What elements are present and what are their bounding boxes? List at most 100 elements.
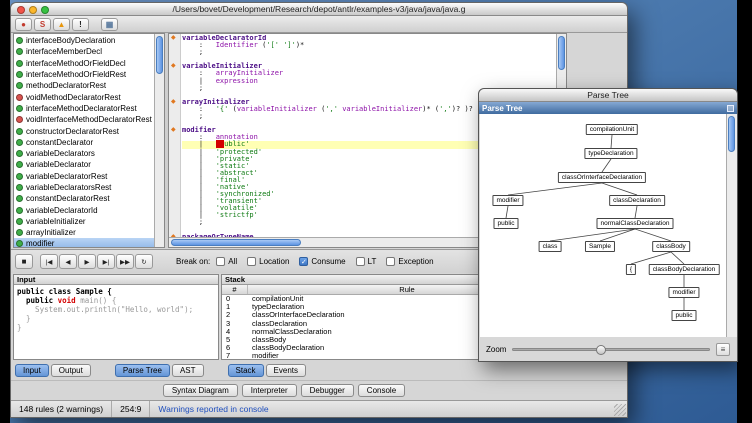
tree-node-public[interactable]: public: [494, 218, 519, 229]
panel-close-icon[interactable]: [727, 105, 734, 112]
rule-list-item[interactable]: constantDeclarator: [14, 137, 154, 148]
break-option-all[interactable]: All: [216, 257, 237, 266]
break-option-location[interactable]: Location: [247, 257, 289, 266]
input-panel-header: Input: [14, 275, 218, 285]
resize-grip[interactable]: [614, 404, 626, 416]
checkbox-exception[interactable]: [386, 257, 395, 266]
rule-ok-icon: [16, 150, 23, 157]
restart-button[interactable]: ↻: [135, 254, 153, 269]
checkbox-consume[interactable]: ✓: [299, 257, 308, 266]
tree-node-classbody[interactable]: classBody: [652, 241, 690, 252]
rule-list-scrollbar[interactable]: [154, 34, 164, 247]
fast-forward-button[interactable]: ▶▶: [116, 254, 134, 269]
scroll-thumb[interactable]: [728, 116, 735, 152]
export-icon[interactable]: ≡: [716, 343, 730, 356]
rule-marker-icon: ◆: [171, 63, 179, 70]
checkbox-all[interactable]: [216, 257, 225, 266]
scroll-thumb[interactable]: [156, 36, 163, 74]
rule-list-item[interactable]: constructorDeclaratorRest: [14, 125, 154, 136]
minimize-button[interactable]: [29, 6, 37, 14]
checkbox-label: Location: [259, 257, 289, 266]
tree-node-classdeclaration[interactable]: classDeclaration: [609, 195, 665, 206]
break-option-consume[interactable]: ✓Consume: [299, 257, 345, 266]
go-to-start-button[interactable]: |◀: [40, 254, 58, 269]
zoom-slider-thumb[interactable]: [596, 345, 606, 355]
view-tab-debugger[interactable]: Debugger: [301, 384, 354, 397]
tab-input[interactable]: Input: [15, 364, 49, 377]
parse-tree-canvas[interactable]: compilationUnit typeDeclaration classOrInt…: [480, 114, 726, 337]
input-line: }: [17, 323, 218, 332]
tree-node-sample[interactable]: Sample: [585, 241, 615, 252]
rule-list-item[interactable]: interfaceBodyDeclaration: [14, 35, 154, 46]
tree-node-class[interactable]: class: [539, 241, 562, 252]
rule-list-item[interactable]: methodDeclaratorRest: [14, 80, 154, 91]
rule-list-item[interactable]: voidMethodDeclaratorRest: [14, 91, 154, 102]
input-code[interactable]: public class Sample { public void main()…: [14, 285, 218, 332]
debug-icon[interactable]: !: [72, 18, 89, 31]
parse-tree-scrollbar[interactable]: [726, 114, 737, 337]
rule-list-item[interactable]: interfaceMemberDecl: [14, 46, 154, 57]
tree-node-classbodydeclaration[interactable]: classBodyDeclaration: [649, 264, 720, 275]
break-option-exception[interactable]: Exception: [386, 257, 433, 266]
tab-events[interactable]: Events: [266, 364, 306, 377]
checkbox-lt[interactable]: [356, 257, 365, 266]
close-button[interactable]: [17, 6, 25, 14]
tree-node-item[interactable]: {: [626, 264, 636, 275]
view-tab-console[interactable]: Console: [358, 384, 405, 397]
checkbox-label: All: [228, 257, 237, 266]
rule-ok-icon: [16, 184, 23, 191]
stop-button[interactable]: ■: [15, 254, 33, 269]
tab-ast[interactable]: AST: [172, 364, 204, 377]
rule-list-item[interactable]: interfaceMethodOrFieldRest: [14, 69, 154, 80]
rule-list-item[interactable]: variableDeclaratorId: [14, 204, 154, 215]
tree-node-public[interactable]: public: [672, 310, 697, 321]
editor-line: ;: [182, 49, 556, 56]
highlight-icon[interactable]: ▲: [53, 18, 70, 31]
step-back-button[interactable]: ◀: [59, 254, 77, 269]
rule-list-item[interactable]: variableDeclaratorsRest: [14, 182, 154, 193]
parse-tree-titlebar[interactable]: Parse Tree: [479, 89, 737, 102]
tab-stack[interactable]: Stack: [228, 364, 264, 377]
rule-list[interactable]: interfaceBodyDeclarationinterfaceMemberD…: [13, 33, 165, 248]
tab-output[interactable]: Output: [51, 364, 91, 377]
step-forward-button[interactable]: ▶: [78, 254, 96, 269]
tree-node-typedeclaration[interactable]: typeDeclaration: [584, 148, 637, 159]
checkbox-label: LT: [368, 257, 377, 266]
window-icon[interactable]: ▦: [101, 18, 118, 31]
rule-name: arrayInitializer: [26, 228, 76, 237]
break-option-lt[interactable]: LT: [356, 257, 377, 266]
rule-list-item[interactable]: voidInterfaceMethodDeclaratorRest: [14, 114, 154, 125]
scroll-thumb[interactable]: [558, 36, 565, 70]
tree-node-modifier[interactable]: modifier: [668, 287, 699, 298]
save-icon[interactable]: S: [34, 18, 51, 31]
grammar-check-icon[interactable]: ●: [15, 18, 32, 31]
window-titlebar[interactable]: /Users/bovet/Development/Research/depot/…: [11, 3, 627, 16]
zoom-slider[interactable]: [512, 348, 710, 351]
rule-list-item[interactable]: variableInitializer: [14, 216, 154, 227]
tree-node-normalclassdeclaration[interactable]: normalClassDeclaration: [597, 218, 674, 229]
rule-list-item[interactable]: variableDeclarator: [14, 159, 154, 170]
rule-name: constantDeclaratorRest: [26, 194, 110, 203]
go-to-end-button[interactable]: ▶|: [97, 254, 115, 269]
tree-node-compilationunit[interactable]: compilationUnit: [586, 124, 638, 135]
tree-node-classorinterfacedeclaration[interactable]: classOrInterfaceDeclaration: [558, 172, 646, 183]
tab-parse-tree[interactable]: Parse Tree: [115, 364, 170, 377]
rule-list-item[interactable]: variableDeclaratorRest: [14, 171, 154, 182]
rule-list-item[interactable]: constantDeclaratorRest: [14, 193, 154, 204]
rule-list-item[interactable]: interfaceMethodOrFieldDecl: [14, 58, 154, 69]
input-line: public void main() {: [17, 296, 218, 305]
rule-list-item[interactable]: variableDeclarators: [14, 148, 154, 159]
stack-index: 7: [222, 352, 248, 360]
view-tab-syntax-diagram[interactable]: Syntax Diagram: [163, 384, 238, 397]
status-message[interactable]: Warnings reported in console: [150, 401, 276, 417]
zoom-button[interactable]: [41, 6, 49, 14]
tree-node-modifier[interactable]: modifier: [492, 195, 523, 206]
rule-list-item[interactable]: interfaceMethodDeclaratorRest: [14, 103, 154, 114]
rule-list-item[interactable]: modifier: [14, 238, 154, 248]
rule-ok-icon: [16, 161, 23, 168]
rule-list-item[interactable]: arrayInitializer: [14, 227, 154, 238]
checkbox-location[interactable]: [247, 257, 256, 266]
scroll-thumb[interactable]: [171, 239, 301, 246]
view-tab-interpreter[interactable]: Interpreter: [242, 384, 297, 397]
rule-name: voidInterfaceMethodDeclaratorRest: [26, 115, 152, 124]
